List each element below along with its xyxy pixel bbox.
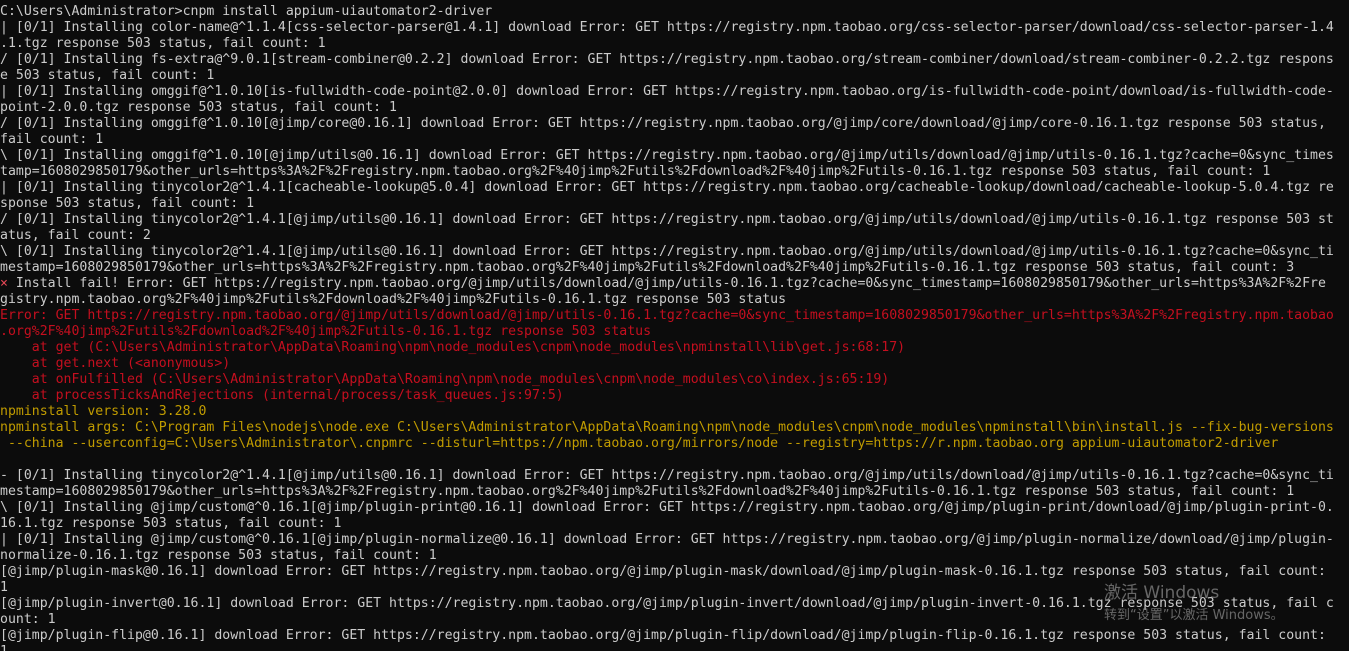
fail-marker-icon: ×: [0, 276, 8, 291]
terminal-window[interactable]: C:\Users\Administrator>cnpm install appi…: [0, 0, 1349, 651]
terminal-line: / [0/1] Installing tinycolor2@^1.4.1[@ji…: [0, 212, 1334, 227]
terminal-line: 16.1.tgz response 503 status, fail count…: [0, 516, 342, 531]
terminal-line: tamp=1608029850179&other_urls=https%3A%2…: [0, 164, 1271, 179]
terminal-line: C:\Users\Administrator>cnpm install appi…: [0, 4, 493, 19]
terminal-line: at processTicksAndRejections (internal/p…: [0, 388, 564, 403]
terminal-line: .1.tgz response 503 status, fail count: …: [0, 36, 326, 51]
terminal-line: point-2.0.0.tgz response 503 status, fai…: [0, 100, 397, 115]
terminal-line: normalize-0.16.1.tgz response 503 status…: [0, 548, 437, 563]
terminal-line: | [0/1] Installing tinycolor2@^1.4.1[cac…: [0, 180, 1334, 195]
terminal-line: npminstall args: C:\Program Files\nodejs…: [0, 420, 1334, 435]
terminal-line-text: Install fail! Error: GET https://registr…: [7, 276, 1326, 291]
terminal-line: 1: [0, 644, 8, 651]
terminal-line: at get.next (<anonymous>): [0, 356, 231, 371]
terminal-line: .org%2F%40jimp%2Futils%2Fdownload%2F%40j…: [0, 324, 652, 339]
terminal-line: \ [0/1] Installing tinycolor2@^1.4.1[@ji…: [0, 244, 1334, 259]
terminal-line: 1: [0, 580, 8, 595]
terminal-line: npminstall version: 3.28.0: [0, 404, 207, 419]
terminal-line: atus, fail count: 2: [0, 228, 151, 243]
terminal-line: mestamp=1608029850179&other_urls=https%3…: [0, 484, 1295, 499]
terminal-line: [@jimp/plugin-flip@0.16.1] download Erro…: [0, 628, 1326, 643]
terminal-line: / [0/1] Installing omggif@^1.0.10[@jimp/…: [0, 116, 1326, 131]
terminal-line: ount: 1: [0, 612, 56, 627]
terminal-line: mestamp=1608029850179&other_urls=https%3…: [0, 260, 1295, 275]
terminal-line: | [0/1] Installing color-name@^1.1.4[css…: [0, 20, 1334, 35]
terminal-line: sponse 503 status, fail count: 1: [0, 196, 255, 211]
terminal-line: at get (C:\Users\Administrator\AppData\R…: [0, 340, 906, 355]
terminal-line: at onFulfilled (C:\Users\Administrator\A…: [0, 372, 890, 387]
terminal-line: fail count: 1: [0, 132, 104, 147]
terminal-line: gistry.npm.taobao.org%2F%40jimp%2Futils%…: [0, 292, 787, 307]
terminal-line: | [0/1] Installing @jimp/custom@^0.16.1[…: [0, 532, 1334, 547]
terminal-line: \ [0/1] Installing omggif@^1.0.10[@jimp/…: [0, 148, 1334, 163]
terminal-line: - [0/1] Installing tinycolor2@^1.4.1[@ji…: [0, 468, 1334, 483]
terminal-line: \ [0/1] Installing @jimp/custom@^0.16.1[…: [0, 500, 1334, 515]
terminal-line: [@jimp/plugin-mask@0.16.1] download Erro…: [0, 564, 1326, 579]
terminal-line: [@jimp/plugin-invert@0.16.1] download Er…: [0, 596, 1334, 611]
terminal-line: / [0/1] Installing fs-extra@^9.0.1[strea…: [0, 52, 1334, 67]
terminal-line: × Install fail! Error: GET https://regis…: [0, 276, 1326, 292]
terminal-line: | [0/1] Installing omggif@^1.0.10[is-ful…: [0, 84, 1334, 99]
terminal-line: e 503 status, fail count: 1: [0, 68, 215, 83]
terminal-line: Error: GET https://registry.npm.taobao.o…: [0, 308, 1334, 323]
terminal-line: --china --userconfig=C:\Users\Administra…: [0, 436, 1279, 451]
